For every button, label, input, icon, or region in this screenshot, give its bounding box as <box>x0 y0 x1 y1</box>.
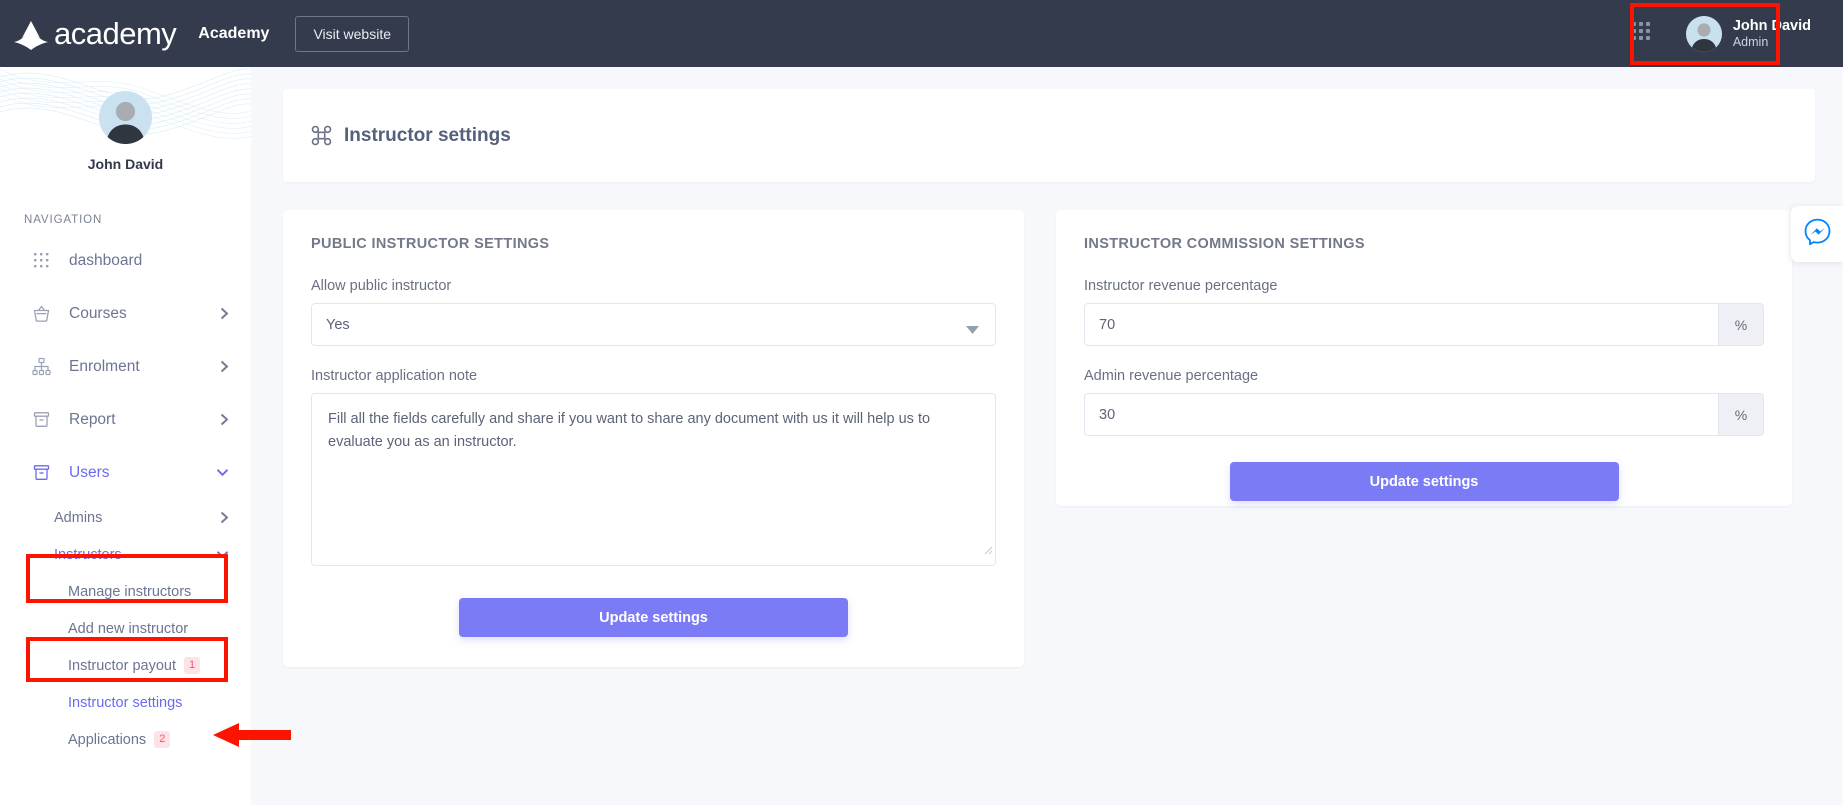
user-name: John David <box>1732 17 1811 34</box>
sidebar-item-label: Enrolment <box>69 357 140 375</box>
sidebar-item-label: Instructor payout <box>68 657 176 674</box>
admin-revenue-percentage-label: Admin revenue percentage <box>1084 368 1259 384</box>
archive-icon <box>30 463 52 482</box>
grid-dots-icon <box>30 253 52 268</box>
allow-public-instructor-select[interactable]: Yes <box>311 303 996 346</box>
top-bar: academy Academy Visit website John David… <box>0 0 1843 67</box>
sidebar-item-manage-instructors[interactable]: Manage instructors <box>0 573 251 610</box>
sidebar-item-label: Applications <box>68 731 147 748</box>
visit-website-button[interactable]: Visit website <box>295 15 410 52</box>
sidebar-item-instructors[interactable]: Instructors <box>0 536 251 573</box>
topbar-right-group: John David Admin <box>1630 0 1843 67</box>
sidebar-item-add-new-instructor[interactable]: Add new instructor <box>0 610 251 647</box>
sidebar-item-label: Instructors <box>54 546 122 563</box>
update-settings-button-commission[interactable]: Update settings <box>1229 462 1619 501</box>
instructor-revenue-percentage-label: Instructor revenue percentage <box>1084 278 1278 294</box>
instructor-revenue-percentage-input[interactable]: 70 % <box>1084 303 1764 346</box>
chat-widget-button[interactable] <box>1791 206 1843 262</box>
chevron-down-icon <box>966 322 979 338</box>
sidebar-item-enrolment[interactable]: Enrolment <box>0 340 251 393</box>
input-value: 30 <box>1099 406 1116 423</box>
sidebar-item-label: Manage instructors <box>68 583 192 600</box>
page-header: Instructor settings <box>283 89 1815 182</box>
brand-name: Academy <box>198 24 270 42</box>
textarea-value: Fill all the fields carefully and share … <box>328 411 931 451</box>
page-title-text: Instructor settings <box>344 124 511 146</box>
nav-section-title: NAVIGATION <box>24 214 103 226</box>
chevron-right-icon <box>220 413 229 426</box>
sidebar-avatar <box>99 91 152 144</box>
user-role: Admin <box>1732 34 1769 49</box>
sidebar-item-label: Admins <box>54 509 103 526</box>
instructor-application-note-textarea[interactable]: Fill all the fields carefully and share … <box>311 393 996 566</box>
chevron-right-icon <box>220 511 229 524</box>
page-title: Instructor settings <box>311 125 511 147</box>
academy-logo-icon <box>10 17 52 51</box>
grid-apps-icon[interactable] <box>1630 20 1652 47</box>
archive-icon <box>30 410 52 429</box>
nav-list: dashboard Courses Enrolment Report Users… <box>0 234 251 758</box>
sidebar-item-applications[interactable]: Applications 2 <box>0 721 251 758</box>
select-value: Yes <box>326 316 350 333</box>
sidebar: John David NAVIGATION dashboard Courses … <box>0 67 251 805</box>
card-title: PUBLIC INSTRUCTOR SETTINGS <box>311 236 550 252</box>
sidebar-item-dashboard[interactable]: dashboard <box>0 234 251 287</box>
chevron-down-icon <box>216 468 229 477</box>
instructor-commission-settings-card: INSTRUCTOR COMMISSION SETTINGS Instructo… <box>1056 210 1792 506</box>
avatar <box>1685 15 1722 52</box>
sidebar-item-admins[interactable]: Admins <box>0 499 251 536</box>
sidebar-profile-name: John David <box>87 156 164 172</box>
user-meta: John David Admin <box>1733 17 1811 51</box>
sidebar-item-label: Instructor settings <box>68 694 183 711</box>
basket-icon <box>30 304 52 323</box>
sidebar-item-label: dashboard <box>69 251 143 269</box>
sidebar-item-label: Courses <box>69 304 127 322</box>
user-menu[interactable]: John David Admin <box>1678 9 1825 59</box>
messenger-icon <box>1804 218 1831 250</box>
brand-logo[interactable]: academy <box>10 15 177 52</box>
allow-public-instructor-label: Allow public instructor <box>311 278 452 294</box>
sitemap-icon <box>30 357 52 376</box>
percent-icon: % <box>1718 394 1763 435</box>
sidebar-item-users[interactable]: Users <box>0 446 251 499</box>
chevron-right-icon <box>220 360 229 373</box>
chevron-down-icon <box>216 550 229 559</box>
sidebar-item-report[interactable]: Report <box>0 393 251 446</box>
command-icon <box>311 125 332 146</box>
input-value: 70 <box>1099 316 1116 333</box>
instructor-application-note-label: Instructor application note <box>311 368 478 384</box>
update-settings-button-public[interactable]: Update settings <box>459 598 848 637</box>
card-title: INSTRUCTOR COMMISSION SETTINGS <box>1084 236 1365 252</box>
sidebar-item-label: Users <box>69 463 110 481</box>
logo-wordmark: academy <box>54 15 177 51</box>
sidebar-profile: John David <box>0 67 251 172</box>
public-instructor-settings-card: PUBLIC INSTRUCTOR SETTINGS Allow public … <box>283 210 1024 667</box>
status-badge: 2 <box>154 731 171 748</box>
percent-icon: % <box>1718 304 1763 345</box>
sidebar-item-label: Report <box>69 410 116 428</box>
main-content: Instructor settings PUBLIC INSTRUCTOR SE… <box>251 67 1843 805</box>
sidebar-item-courses[interactable]: Courses <box>0 287 251 340</box>
sidebar-item-label: Add new instructor <box>68 620 189 637</box>
sidebar-item-instructor-payout[interactable]: Instructor payout 1 <box>0 647 251 684</box>
admin-revenue-percentage-input[interactable]: 30 % <box>1084 393 1764 436</box>
cards-row: PUBLIC INSTRUCTOR SETTINGS Allow public … <box>283 210 1815 667</box>
sidebar-item-instructor-settings[interactable]: Instructor settings <box>0 684 251 721</box>
resize-handle-icon[interactable] <box>982 540 993 563</box>
status-badge: 1 <box>184 657 201 674</box>
chevron-right-icon <box>220 307 229 320</box>
